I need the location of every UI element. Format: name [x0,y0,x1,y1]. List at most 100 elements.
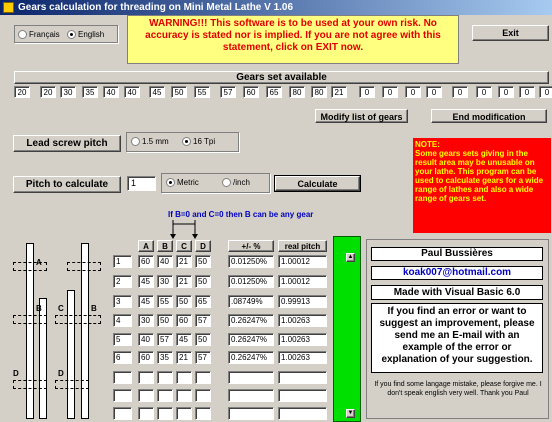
note-text: NOTE: Some gears sets giving in the resu… [415,140,544,203]
radio-metric[interactable]: Metric [166,177,199,188]
modify-gears-button[interactable]: Modify list of gears [315,109,408,123]
radio-16tpi[interactable]: 16 Tpi [182,136,215,147]
gear-value-box[interactable]: 80 [311,86,327,98]
end-modification-button[interactable]: End modification [431,109,547,123]
gear-shaft-right-mid [67,290,75,419]
label-d-right: D [58,369,64,378]
results-scrollbar[interactable]: ▲ ▼ [333,236,361,422]
gear-value-box[interactable]: 55 [194,86,210,98]
label-b: B [36,304,42,313]
table-cell [157,389,173,402]
gear-value-box[interactable]: 40 [103,86,119,98]
gear-value-box[interactable]: 0 [426,86,442,98]
table-cell: 30 [138,314,154,327]
gear-value-box[interactable]: 35 [82,86,98,98]
gear-value-box[interactable]: 0 [382,86,398,98]
table-header: C [176,240,192,252]
table-cell [195,371,211,384]
table-cell: 35 [157,351,173,364]
title-bar: Gears calculation for threading on Mini … [0,0,552,15]
radio-selected-icon [182,137,191,147]
table-cell: 1.00012 [278,255,327,268]
gear-d-right [55,380,89,389]
pitch-input-value: 1 [131,178,137,188]
gear-value-box[interactable]: 57 [220,86,236,98]
gear-value-box[interactable]: 21 [331,86,347,98]
radio-inch[interactable]: /inch [222,177,250,188]
scroll-up-button[interactable]: ▲ [346,253,355,262]
table-cell: 45 [138,275,154,288]
app-icon [3,2,14,13]
table-cell: 21 [176,275,192,288]
table-cell: 1.00263 [278,333,327,346]
table-header: D [195,240,211,252]
scroll-down-button[interactable]: ▼ [346,409,355,418]
table-cell [278,371,327,384]
radio-english[interactable]: English [67,29,104,40]
pitch-label: Pitch to calculate [13,176,121,193]
table-header: B [157,240,173,252]
gear-value-box[interactable]: 0 [519,86,535,98]
gears-set-title: Gears set available [14,71,549,84]
table-cell [195,389,211,402]
table-cell: 0.26247% [228,333,274,346]
exit-button[interactable]: Exit [472,25,549,41]
gear-value-box[interactable]: 60 [243,86,259,98]
radio-francais[interactable]: Français [18,29,60,40]
gear-value-box[interactable]: 0 [452,86,468,98]
table-cell: 55 [157,295,173,308]
table-cell: .08749% [228,295,274,308]
window-title: Gears calculation for threading on Mini … [18,2,294,13]
table-cell: 60 [138,255,154,268]
row-number: 6 [113,351,132,364]
gear-value-box[interactable]: 0 [539,86,552,98]
table-cell: 50 [195,275,211,288]
label-c: C [58,304,64,313]
author-email[interactable]: koak007@hotmail.com [371,266,543,280]
table-cell [138,389,154,402]
table-cell: 50 [157,314,173,327]
table-cell: 0.26247% [228,351,274,364]
gear-value-box[interactable]: 80 [289,86,305,98]
feedback-message: If you find an error or want to suggest … [371,303,543,373]
table-cell: 0.99913 [278,295,327,308]
radio-icon [18,30,27,40]
gear-value-box[interactable]: 0 [476,86,492,98]
row-number: 4 [113,314,132,327]
pitch-input[interactable]: 1 [127,176,156,191]
gear-value-box[interactable]: 20 [14,86,30,98]
gear-value-box[interactable]: 30 [60,86,76,98]
table-cell [228,371,274,384]
hint-arrows [170,220,198,239]
label-d: D [13,369,19,378]
table-cell [176,389,192,402]
table-cell [228,407,274,420]
table-cell: 0.01250% [228,255,274,268]
table-cell [278,389,327,402]
made-with-label: Made with Visual Basic 6.0 [371,285,543,300]
warning-banner: WARNING!!! This software is to be used a… [127,15,459,64]
gear-value-box[interactable]: 0 [359,86,375,98]
row-number [113,371,132,384]
calculate-button[interactable]: Calculate [274,175,361,192]
gear-value-box[interactable]: 50 [171,86,187,98]
radio-1-5mm[interactable]: 1.5 mm [131,136,169,147]
gear-d-left [13,380,47,389]
table-cell [176,407,192,420]
gear-value-box[interactable]: 0 [498,86,514,98]
gear-value-box[interactable]: 20 [40,86,56,98]
gear-value-box[interactable]: 0 [405,86,421,98]
gear-value-box[interactable]: 40 [124,86,140,98]
table-cell: 50 [176,295,192,308]
row-number: 2 [113,275,132,288]
table-cell: 50 [195,255,211,268]
table-cell: 60 [138,351,154,364]
table-cell: 21 [176,255,192,268]
lead-screw-label: Lead screw pitch [13,135,121,152]
gear-value-box[interactable]: 65 [266,86,282,98]
table-cell [157,371,173,384]
hint-text: If B=0 and C=0 then B can be any gear [168,210,314,219]
gear-value-box[interactable]: 45 [149,86,165,98]
row-number [113,389,132,402]
table-cell [157,407,173,420]
